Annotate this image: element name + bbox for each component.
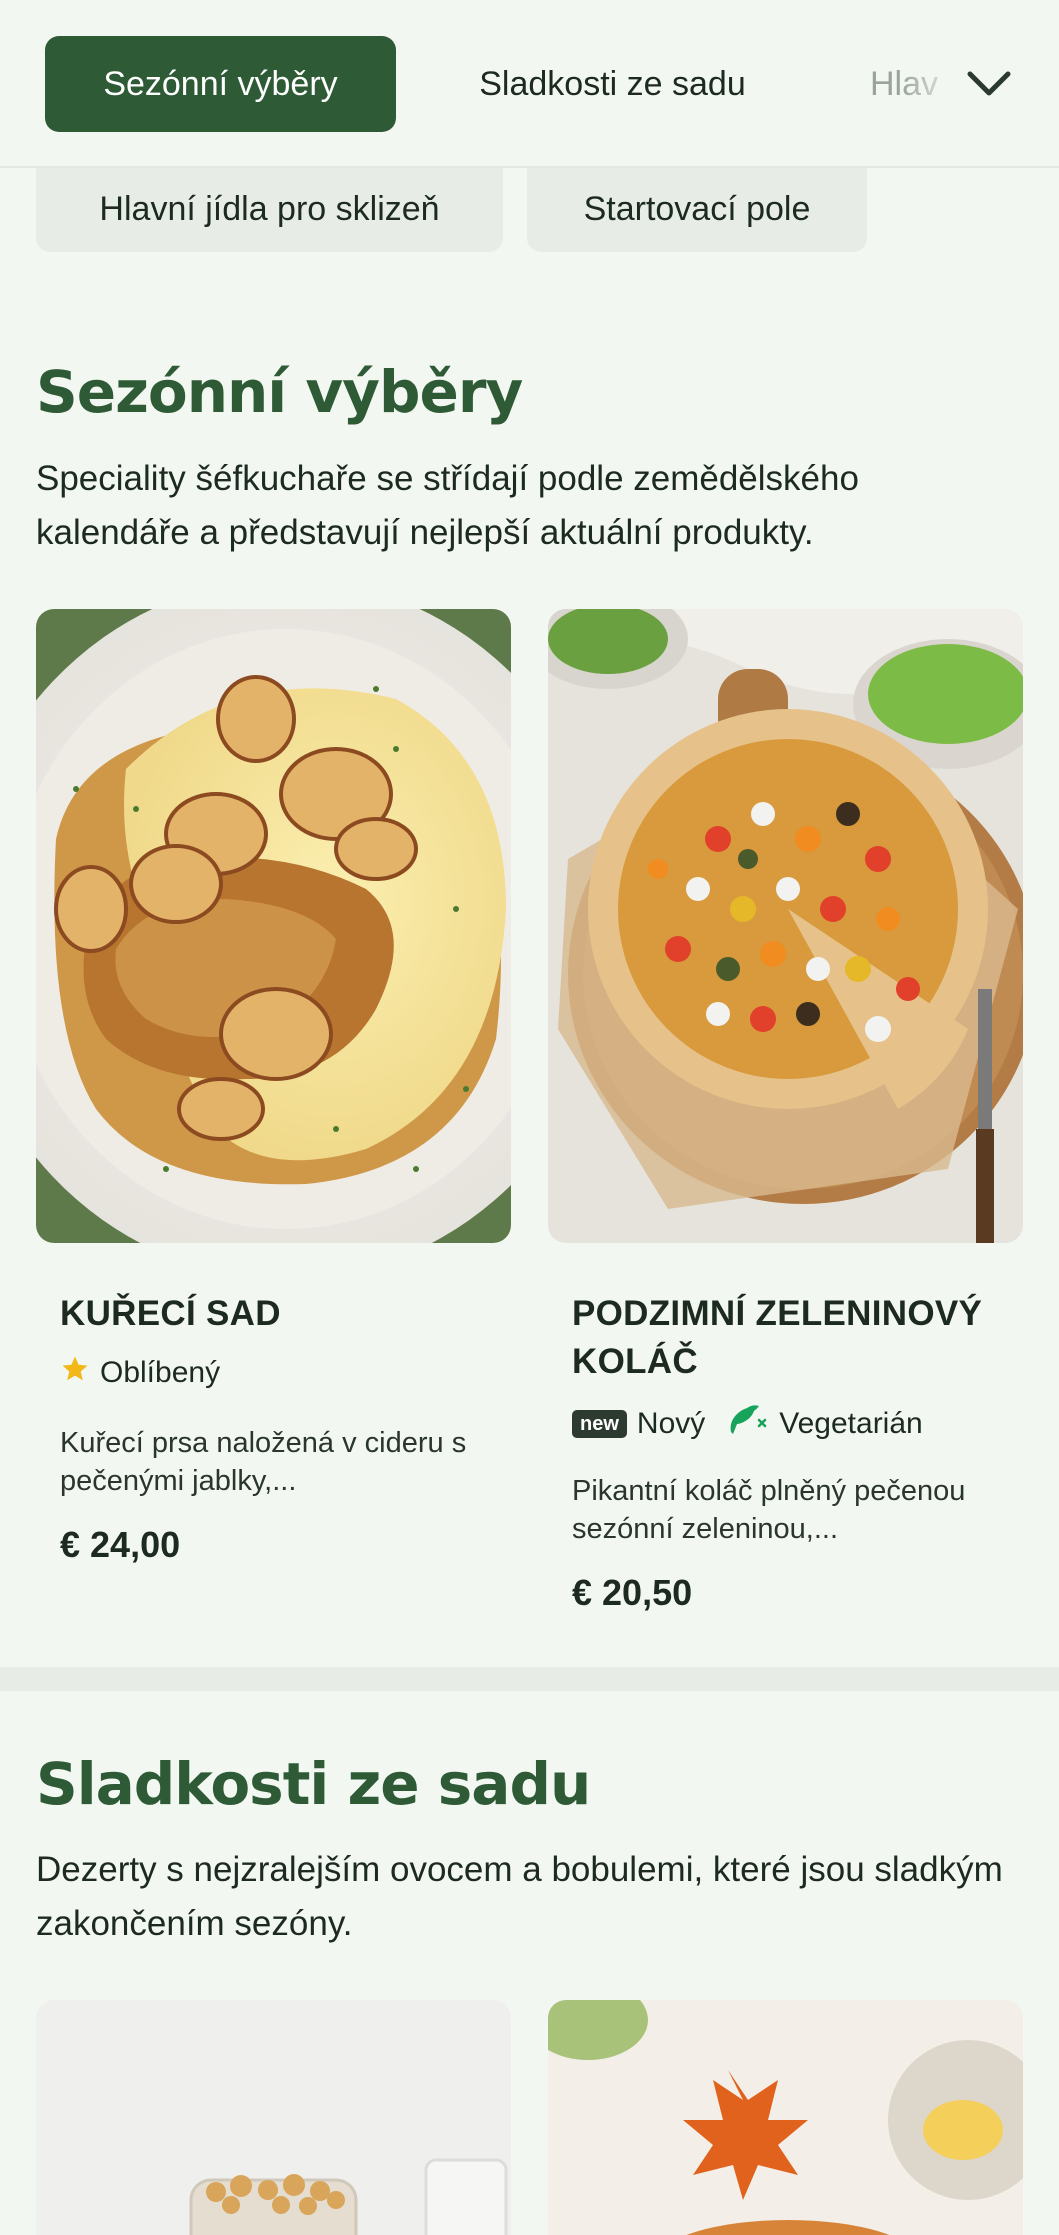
section-divider (0, 1667, 1059, 1691)
dish-description: Pikantní koláč plněný pečenou sezónní ze… (572, 1475, 966, 1545)
section-description: Dezerty s nejzralejším ovocem a bobulemi… (36, 1850, 1003, 1943)
dish-title[interactable]: KUŘECÍ SAD (60, 1290, 500, 1338)
dish-image-chicken-orchard[interactable] (36, 609, 511, 1243)
star-icon (60, 1354, 90, 1392)
tab-orchard-sweets[interactable]: Sladkosti ze sadu (440, 36, 785, 132)
tag-label: Vegetarián (779, 1407, 923, 1440)
tag-favourite: Oblíbený (60, 1354, 220, 1392)
vegetarian-icon (725, 1402, 769, 1446)
section-description: Speciality šéfkuchaře se střídají podle … (36, 459, 859, 552)
section-title: Sezónní výběry (36, 358, 523, 426)
dish-price: € 20,50 (572, 1572, 693, 1613)
tag-label: Oblíbený (100, 1356, 221, 1389)
chevron-down-icon[interactable] (963, 60, 1015, 108)
dish-tags: new Nový Vegetarián (572, 1402, 933, 1446)
tag-new: new Nový (572, 1407, 705, 1441)
dish-price: € 24,00 (60, 1524, 181, 1565)
dish-title[interactable]: PODZIMNÍ ZELENINOVÝ KOLÁČ (572, 1290, 1012, 1386)
chip-harvest-mains[interactable]: Hlavní jídla pro sklizeň (36, 166, 503, 252)
new-badge-icon: new (572, 1410, 627, 1438)
dish-tags: Oblíbený (60, 1354, 230, 1392)
category-nav: Sezónní výběry Sladkosti ze sadu Hlav (0, 0, 1059, 168)
tag-label: Nový (636, 1407, 706, 1440)
section-title: Sladkosti ze sadu (36, 1750, 591, 1818)
tab-seasonal-picks[interactable]: Sezónní výběry (45, 36, 396, 132)
dish-description: Kuřecí prsa naložená v cideru s pečenými… (60, 1427, 467, 1497)
tag-vegetarian: Vegetarián (725, 1402, 923, 1446)
dish-image-vegetable-galette[interactable] (548, 609, 1023, 1243)
dessert-image-nut-jar[interactable] (36, 2000, 511, 2235)
chip-field-starters[interactable]: Startovací pole (527, 166, 867, 252)
dessert-image-pumpkin-pie[interactable] (548, 2000, 1023, 2235)
